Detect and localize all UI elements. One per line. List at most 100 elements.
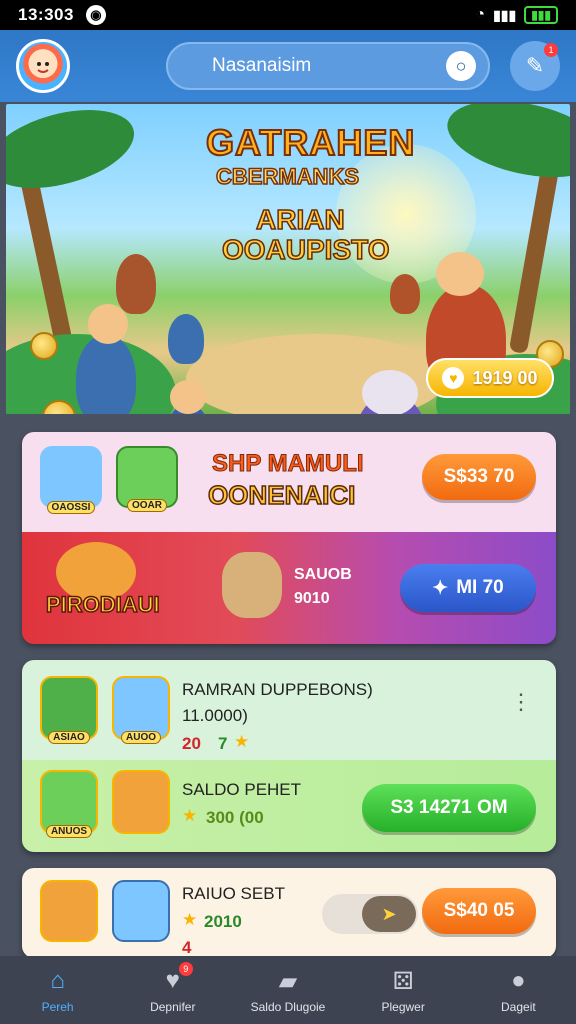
game-icon-label: AUOO: [121, 731, 161, 744]
promo-brand: PIRODIAUI: [45, 591, 160, 618]
nav-label: Saldo Dlugoie: [250, 1000, 326, 1014]
palm-trunk-left: [17, 164, 73, 344]
game-icon-hero[interactable]: [112, 880, 170, 942]
promo-buy-button[interactable]: S$33 70: [422, 454, 536, 500]
promo-title: SHP MAMULI: [212, 450, 365, 478]
promo-action-button[interactable]: ✦ MI 70: [400, 564, 536, 612]
character-cowboy: [76, 334, 136, 414]
wallet-icon: ▰: [278, 967, 298, 995]
game-icon-mouse[interactable]: OAOSSI: [40, 446, 102, 514]
game-icon-label: ANUOS: [45, 825, 93, 838]
signal-icon: ▮▮▮: [493, 6, 517, 23]
toggle-switch[interactable]: ➤: [322, 894, 418, 934]
game-icon-label: OAOSSI: [46, 501, 96, 514]
palm-leaves-left: [6, 104, 143, 203]
list-item-tag-green: 7: [218, 734, 228, 753]
hero-balance-badge[interactable]: ♥ 1919 00: [426, 358, 554, 398]
star-icon: ★: [234, 732, 250, 751]
promo-card: OAOSSI OOAR SHP MAMULI OONENAICI S$33 70…: [22, 432, 556, 644]
home-icon: ⌂: [50, 967, 65, 994]
character-adventurer-head: [436, 252, 484, 296]
app-header: Nasanaisim ○ ✎ 1: [0, 30, 576, 102]
nav-label: Plegwer: [381, 1000, 425, 1014]
nav-item-profile[interactable]: ● Dageit: [468, 966, 568, 1014]
list-item-sub: 11.0000): [182, 706, 248, 725]
list-item-title: RAMRAN DUPPEBONS): [182, 680, 373, 699]
list-item-tag-red: 4: [182, 938, 192, 957]
nav-label: Depnifer: [150, 1000, 196, 1014]
avatar[interactable]: [16, 39, 70, 93]
promo-title-line2: OONENAICI: [207, 479, 356, 511]
status-icons: ◔ ▮▮▮ ▮▮▮: [475, 6, 558, 24]
game-icon-cowboy[interactable]: [112, 770, 170, 834]
toggle-knob: ➤: [362, 896, 416, 932]
hero-subtitle-line2: OOAUPISTO: [221, 233, 390, 266]
list-item[interactable]: ASIAO AUOO RAMRAN DUPPEBONS) 11.0000) 20…: [22, 660, 556, 760]
puzzle-icon: ✦: [432, 577, 449, 599]
game-icon: ⚄: [392, 967, 414, 995]
edit-button[interactable]: ✎ 1: [510, 41, 560, 91]
status-time: 13:303: [18, 5, 74, 24]
list-item[interactable]: ANUOS SALDO PEHET ★ 300 (00 S3 14271 OM: [22, 760, 556, 852]
list-item-tag-red: 20: [182, 734, 201, 753]
coin-icon: [30, 332, 58, 360]
wifi-icon: ◔: [475, 6, 486, 23]
star-icon: ★: [182, 910, 198, 929]
nav-item-game[interactable]: ⚄ Plegwer: [353, 966, 453, 1015]
character-cowboy-head: [88, 304, 128, 344]
nav-item-chat[interactable]: ♥ 9 Depnifer: [123, 962, 223, 1014]
bottom-nav: ⌂ Pereh ♥ 9 Depnifer ▰ Saldo Dlugoie ⚄ Pl…: [0, 956, 576, 1024]
user-icon: ●: [511, 967, 526, 994]
list-item-title: SALDO PEHET: [182, 780, 302, 799]
character-small-right: [390, 274, 420, 314]
promo-info-line2: 9010: [294, 590, 330, 607]
list-buy-button[interactable]: S3 14271 OM: [362, 784, 536, 832]
game-icon-fox[interactable]: OOAR: [116, 446, 178, 512]
hero-badge-value: 1919 00: [472, 367, 538, 388]
game-icon-label: ASIAO: [48, 731, 90, 744]
face-icon: [32, 55, 54, 77]
character-girl-head: [170, 380, 206, 414]
hero-subtitle: ARIAN: [255, 203, 345, 236]
search-text: Nasanaisim: [212, 55, 312, 76]
last-card-buy-button[interactable]: S$40 05: [422, 888, 536, 934]
game-icon-hero[interactable]: ASIAO: [40, 676, 98, 744]
hero-banner[interactable]: GATRAHEN CBERMANKS ARIAN OOAUPISTO ♥ 191…: [6, 104, 570, 414]
game-list-card: ASIAO AUOO RAMRAN DUPPEBONS) 11.0000) 20…: [22, 660, 556, 852]
nav-item-wallet[interactable]: ▰ Saldo Dlugoie: [238, 966, 338, 1015]
nav-item-home[interactable]: ⌂ Pereh: [8, 966, 108, 1014]
list-item-sub: 2010: [204, 912, 242, 931]
game-icon-fox[interactable]: AUOO: [112, 676, 170, 744]
game-icon-raccoon[interactable]: ANUOS: [40, 770, 98, 838]
promo-action-label: MI 70: [456, 577, 504, 598]
nav-badge: 9: [178, 962, 193, 976]
game-icon-label: OOAR: [127, 499, 167, 512]
list-item-title: RAIUO SEBT: [182, 884, 285, 903]
character-left-top: [116, 254, 156, 314]
notification-icon: ◉: [85, 5, 106, 25]
promo-bottom-section: PIRODIAUI SAUOB 9010 ✦ MI 70: [22, 532, 556, 644]
promo-info-line1: SAUOB: [294, 566, 352, 583]
chat-icon: ♥ 9: [157, 962, 193, 996]
list-item-sub: 300 (00: [206, 808, 264, 827]
edit-icon: ✎: [525, 53, 545, 78]
hero-title: GATRAHEN: [205, 121, 416, 164]
palm-trunk-right: [508, 153, 562, 355]
star-icon: ★: [182, 806, 198, 825]
nav-label: Pereh: [41, 1000, 74, 1014]
search-bar[interactable]: Nasanaisim ○: [166, 42, 490, 90]
search-icon[interactable]: ○: [446, 51, 476, 81]
character-fox-head: [362, 370, 418, 414]
game-icon-cowboy[interactable]: [40, 880, 98, 942]
heart-icon: ♥: [442, 367, 465, 389]
character-kid: [168, 314, 204, 364]
battery-icon: ▮▮▮: [524, 6, 558, 24]
hero-title-line2: CBERMANKS: [215, 163, 360, 190]
list-item[interactable]: RAIUO SEBT ★ 2010 4 ➤ S$40 05: [22, 868, 556, 958]
promo-top-section: OAOSSI OOAR SHP MAMULI OONENAICI S$33 70: [22, 432, 556, 532]
notification-dot: 1: [544, 43, 558, 57]
more-options-icon[interactable]: ⋮: [510, 691, 532, 713]
status-bar: 13:303 ◉ ◔ ▮▮▮ ▮▮▮: [0, 0, 576, 30]
explorer-mascot: [222, 552, 282, 618]
nav-label: Dageit: [501, 1000, 536, 1014]
